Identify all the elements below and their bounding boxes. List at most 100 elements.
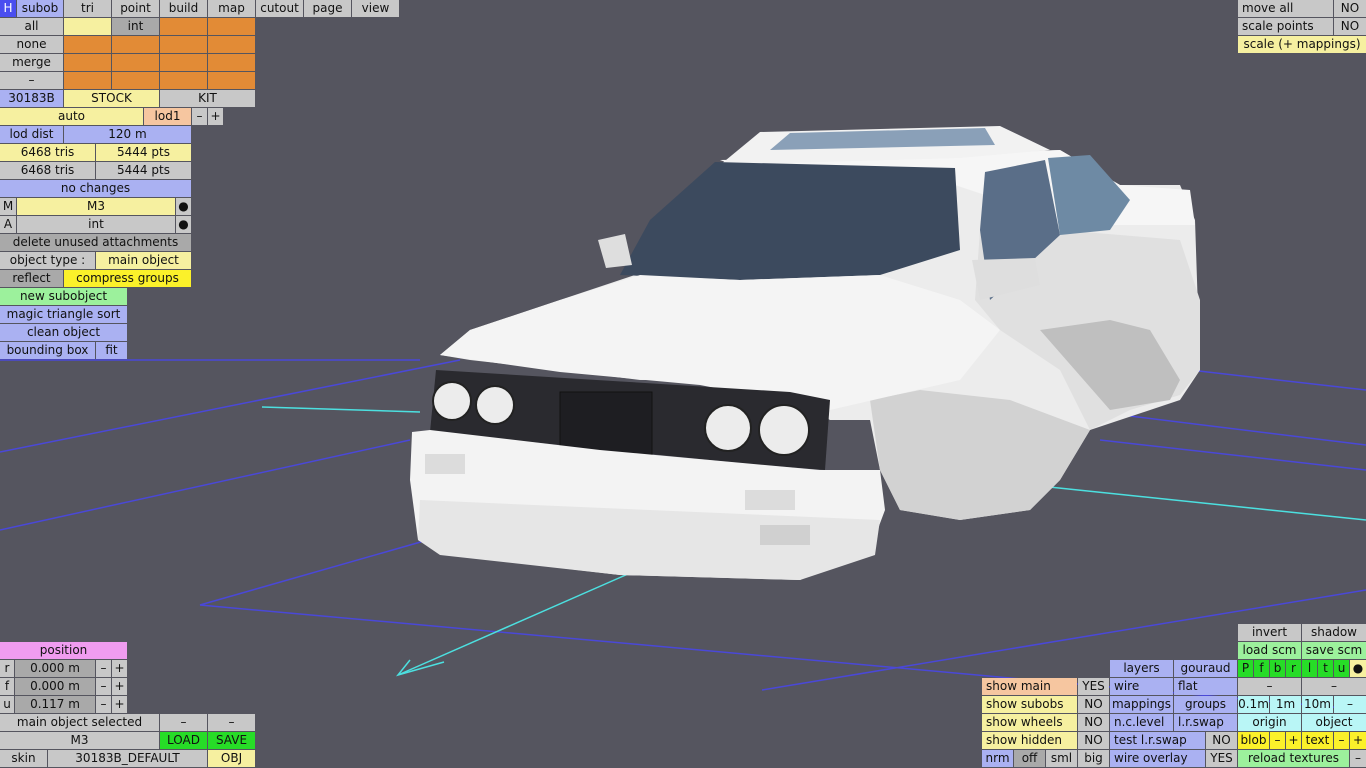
scale-points-label[interactable]: scale points	[1238, 18, 1333, 35]
tab-map[interactable]: map	[208, 0, 255, 17]
subob-cell[interactable]	[112, 54, 159, 71]
reload-minus-button[interactable]: –	[1350, 750, 1366, 767]
show-main-label[interactable]: show main	[982, 678, 1077, 695]
subob-cell[interactable]	[64, 72, 111, 89]
lod-dist-value[interactable]: 120 m	[64, 126, 191, 143]
wire-button[interactable]: wire	[1110, 678, 1173, 695]
tab-h[interactable]: H	[0, 0, 16, 17]
subob-cell[interactable]	[160, 36, 207, 53]
dash-button-b[interactable]: –	[1302, 678, 1366, 695]
lod-minus-button[interactable]: –	[192, 108, 207, 125]
origin-button[interactable]: origin	[1238, 714, 1301, 731]
magic-triangle-sort-button[interactable]: magic triangle sort	[0, 306, 127, 323]
subob-cell[interactable]	[112, 36, 159, 53]
text-minus-button[interactable]: –	[1334, 732, 1349, 749]
reload-textures-button[interactable]: reload textures	[1238, 750, 1349, 767]
view-u-button[interactable]: u	[1334, 660, 1349, 677]
material-a-dot[interactable]: ●	[176, 216, 191, 233]
scale-mappings-button[interactable]: scale (+ mappings)	[1238, 36, 1366, 53]
new-subobject-button[interactable]: new subobject	[0, 288, 127, 305]
subob-cell[interactable]	[208, 36, 255, 53]
text-plus-button[interactable]: +	[1350, 732, 1366, 749]
flat-button[interactable]: flat	[1174, 678, 1237, 695]
show-wheels-label[interactable]: show wheels	[982, 714, 1077, 731]
nc-level-button[interactable]: n.c.level	[1110, 714, 1173, 731]
save-button[interactable]: SAVE	[208, 732, 255, 749]
load-button[interactable]: LOAD	[160, 732, 207, 749]
int-button[interactable]: int	[112, 18, 159, 35]
selected-minus-a[interactable]: –	[160, 714, 207, 731]
position-f-value[interactable]: 0.000 m	[15, 678, 95, 695]
obj-button[interactable]: OBJ	[208, 750, 255, 767]
view-l-button[interactable]: l	[1302, 660, 1317, 677]
view-r-button[interactable]: r	[1286, 660, 1301, 677]
normals-big-button[interactable]: big	[1078, 750, 1109, 767]
model-name[interactable]: M3	[0, 732, 159, 749]
dist-minus-button[interactable]: –	[1334, 696, 1366, 713]
material-m-dot[interactable]: ●	[176, 198, 191, 215]
normals-sml-button[interactable]: sml	[1046, 750, 1077, 767]
tab-point[interactable]: point	[112, 0, 159, 17]
position-u-minus[interactable]: –	[96, 696, 111, 713]
lr-swap-button[interactable]: l.r.swap	[1174, 714, 1237, 731]
subob-cell[interactable]	[160, 18, 207, 35]
view-b-button[interactable]: b	[1270, 660, 1285, 677]
subob-cell[interactable]	[64, 18, 111, 35]
dist-01m-button[interactable]: 0.1m	[1238, 696, 1269, 713]
position-f-plus[interactable]: +	[112, 678, 127, 695]
test-lr-swap-button[interactable]: test l.r.swap	[1110, 732, 1205, 749]
view-p-button[interactable]: P	[1238, 660, 1253, 677]
show-wheels-toggle[interactable]: NO	[1078, 714, 1109, 731]
scale-points-toggle[interactable]: NO	[1334, 18, 1366, 35]
view-dot-button[interactable]: ●	[1350, 660, 1366, 677]
move-all-toggle[interactable]: NO	[1334, 0, 1366, 17]
tab-tri[interactable]: tri	[64, 0, 111, 17]
position-u-plus[interactable]: +	[112, 696, 127, 713]
subob-cell[interactable]	[208, 72, 255, 89]
object-button[interactable]: object	[1302, 714, 1366, 731]
subob-cell[interactable]	[208, 18, 255, 35]
subob-cell[interactable]	[112, 72, 159, 89]
dist-10m-button[interactable]: 10m	[1302, 696, 1333, 713]
object-type-value[interactable]: main object	[96, 252, 191, 269]
position-f-minus[interactable]: –	[96, 678, 111, 695]
subob-id-button[interactable]: 30183B	[0, 90, 63, 107]
mappings-button[interactable]: mappings	[1110, 696, 1173, 713]
position-u-value[interactable]: 0.117 m	[15, 696, 95, 713]
subob-cell[interactable]	[64, 36, 111, 53]
show-hidden-toggle[interactable]: NO	[1078, 732, 1109, 749]
subob-cell[interactable]	[160, 54, 207, 71]
subob-cell[interactable]	[160, 72, 207, 89]
position-r-value[interactable]: 0.000 m	[15, 660, 95, 677]
reflect-button[interactable]: reflect	[0, 270, 63, 287]
tab-view[interactable]: view	[352, 0, 399, 17]
select-none-button[interactable]: none	[0, 36, 63, 53]
show-hidden-label[interactable]: show hidden	[982, 732, 1077, 749]
blob-plus-button[interactable]: +	[1286, 732, 1301, 749]
gouraud-button[interactable]: gouraud	[1174, 660, 1237, 677]
lod-select[interactable]: lod1	[144, 108, 191, 125]
move-all-label[interactable]: move all	[1238, 0, 1333, 17]
invert-button[interactable]: invert	[1238, 624, 1301, 641]
show-main-toggle[interactable]: YES	[1078, 678, 1109, 695]
dist-1m-button[interactable]: 1m	[1270, 696, 1301, 713]
view-t-button[interactable]: t	[1318, 660, 1333, 677]
view-f-button[interactable]: f	[1254, 660, 1269, 677]
stock-button[interactable]: STOCK	[64, 90, 159, 107]
show-subobs-label[interactable]: show subobs	[982, 696, 1077, 713]
bounding-box-button[interactable]: bounding box	[0, 342, 95, 359]
kit-button[interactable]: KIT	[160, 90, 255, 107]
tab-build[interactable]: build	[160, 0, 207, 17]
normals-off-button[interactable]: off	[1014, 750, 1045, 767]
subob-cell[interactable]	[64, 54, 111, 71]
shadow-button[interactable]: shadow	[1302, 624, 1366, 641]
dash-button-a[interactable]: –	[1238, 678, 1301, 695]
groups-button[interactable]: groups	[1174, 696, 1237, 713]
tab-cutout[interactable]: cutout	[256, 0, 303, 17]
skin-value[interactable]: 30183B_DEFAULT	[48, 750, 207, 767]
show-subobs-toggle[interactable]: NO	[1078, 696, 1109, 713]
test-lr-swap-toggle[interactable]: NO	[1206, 732, 1237, 749]
select-all-button[interactable]: all	[0, 18, 63, 35]
material-m-value[interactable]: M3	[17, 198, 175, 215]
layers-button[interactable]: layers	[1110, 660, 1173, 677]
